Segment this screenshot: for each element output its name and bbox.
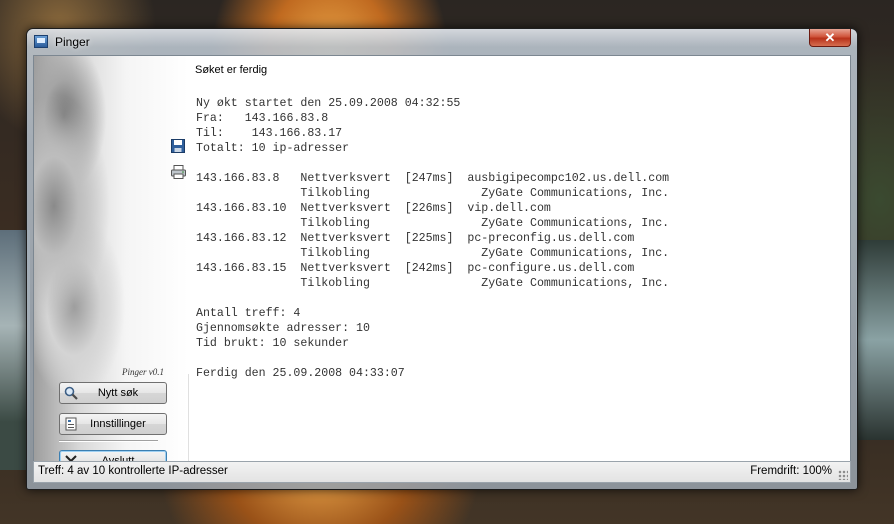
search-status-heading: Søket er ferdig — [195, 64, 268, 76]
result-ip: 143.166.83.10 — [196, 202, 287, 215]
result-host: pc-preconfig.us.dell.com — [467, 232, 635, 245]
finished-line: Ferdig den 25.09.2008 04:33:07 — [196, 367, 405, 380]
result-host: vip.dell.com — [467, 202, 551, 215]
result-type: Nettverksvert — [300, 172, 391, 185]
result-connection: Tilkobling — [300, 247, 370, 260]
panel-divider — [188, 374, 189, 468]
result-type: Nettverksvert — [300, 202, 391, 215]
window-title: Pinger — [55, 35, 90, 49]
title-bar[interactable]: Pinger ✕ — [27, 29, 857, 55]
result-connection: Tilkobling — [300, 277, 370, 290]
result-org: ZyGate Communications, Inc. — [481, 217, 670, 230]
summary-searched: Gjennomsøkte adresser: 10 — [196, 322, 370, 335]
result-ip: 143.166.83.12 — [196, 232, 287, 245]
result-time: [225ms] — [404, 232, 454, 245]
save-icon[interactable] — [171, 139, 185, 153]
settings-button[interactable]: Innstillinger — [59, 413, 167, 435]
status-hits-text: Treff: 4 av 10 kontrollerte IP-adresser — [38, 465, 228, 477]
status-bar: Treff: 4 av 10 kontrollerte IP-adresser … — [33, 461, 851, 483]
from-label: Fra: — [196, 112, 224, 125]
to-label: Til: — [196, 127, 224, 140]
client-area: Pinger v0.1 Nytt søk Innstillinger Søket… — [33, 55, 851, 469]
from-ip: 143.166.83.8 — [244, 112, 329, 125]
result-type: Nettverksvert — [300, 232, 391, 245]
result-connection: Tilkobling — [300, 217, 370, 230]
result-connection: Tilkobling — [300, 187, 370, 200]
result-org: ZyGate Communications, Inc. — [481, 277, 670, 290]
desktop-scenery-right — [856, 240, 894, 440]
result-time: [226ms] — [404, 202, 454, 215]
button-separator — [59, 440, 158, 442]
result-ip: 143.166.83.15 — [196, 262, 287, 275]
new-search-label: Nytt søk — [97, 387, 139, 399]
to-ip: 143.166.83.17 — [251, 127, 343, 140]
summary-hits: Antall treff: 4 — [196, 307, 301, 320]
printer-icon[interactable] — [171, 165, 186, 179]
result-time: [242ms] — [404, 262, 454, 275]
result-org: ZyGate Communications, Inc. — [481, 187, 670, 200]
session-started: Ny økt startet den 25.09.2008 04:32:55 — [196, 97, 461, 110]
left-panel-graphic — [34, 56, 188, 468]
summary-time-used: Tid brukt: 10 sekunder — [196, 337, 350, 350]
pinger-window: Pinger ✕ Pinger v0.1 Nytt søk Innstillin… — [26, 28, 858, 490]
result-host: ausbigipecompc102.us.dell.com — [467, 172, 670, 185]
close-button[interactable]: ✕ — [809, 29, 851, 47]
status-progress-text: Fremdrift: 100% — [750, 465, 832, 477]
results-output[interactable]: Ny økt startet den 25.09.2008 04:32:55 F… — [196, 96, 669, 381]
settings-label: Innstillinger — [90, 418, 146, 430]
new-search-button[interactable]: Nytt søk — [59, 382, 167, 404]
resize-grip[interactable] — [838, 470, 848, 480]
total-addresses: Totalt: 10 ip-adresser — [196, 142, 350, 155]
result-type: Nettverksvert — [300, 262, 391, 275]
app-icon — [34, 35, 48, 48]
result-host: pc-configure.us.dell.com — [467, 262, 635, 275]
result-time: [247ms] — [404, 172, 454, 185]
result-org: ZyGate Communications, Inc. — [481, 247, 670, 260]
version-label: Pinger v0.1 — [122, 367, 164, 377]
result-ip: 143.166.83.8 — [196, 172, 280, 185]
